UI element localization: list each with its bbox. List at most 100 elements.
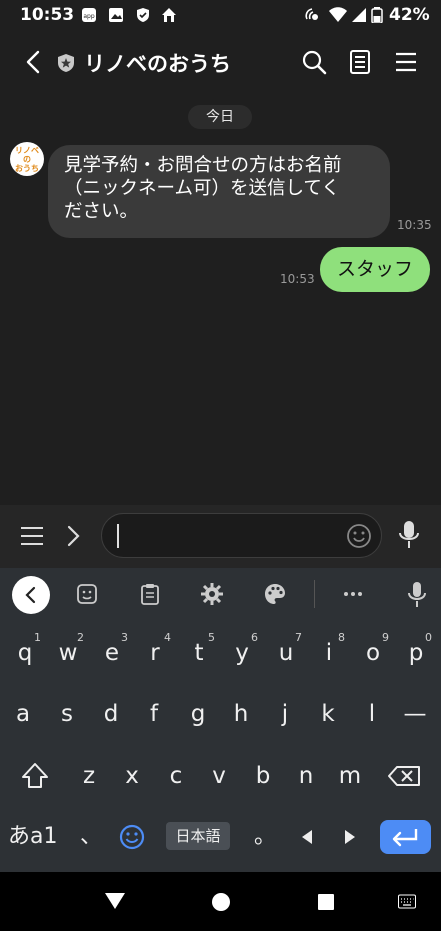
- shift-key[interactable]: [13, 750, 57, 802]
- more-menu-button[interactable]: [18, 522, 46, 550]
- key-k[interactable]: k: [306, 688, 350, 740]
- emoji-button[interactable]: [346, 523, 372, 549]
- date-separator: 今日: [188, 105, 252, 129]
- verified-shield-icon: [56, 53, 76, 73]
- battery-icon: [371, 7, 383, 24]
- text-caret: [117, 524, 119, 548]
- keyboard-icon: [398, 894, 416, 909]
- notes-icon: [350, 50, 370, 74]
- key-h[interactable]: h: [219, 688, 263, 740]
- key-s[interactable]: s: [45, 688, 89, 740]
- home-circle-icon: [212, 893, 230, 911]
- chevron-right-icon: [67, 525, 80, 547]
- key-x[interactable]: x: [110, 750, 154, 802]
- image-notification-icon: [108, 7, 124, 23]
- enter-icon: [392, 829, 418, 847]
- home-notification-icon: [161, 7, 177, 23]
- incoming-message-time: 10:35: [397, 218, 432, 232]
- backspace-key[interactable]: [383, 750, 427, 802]
- cursor-right-key[interactable]: [341, 827, 359, 847]
- recents-square-icon: [318, 894, 334, 910]
- microphone-icon: [399, 521, 419, 548]
- toolbar-divider: [314, 580, 315, 608]
- incoming-message-bubble[interactable]: 見学予約・お問合せの方はお名前 （ニックネーム可）を送信してく ださい。: [48, 145, 390, 238]
- sticker-button[interactable]: [75, 582, 99, 606]
- key-a[interactable]: a: [1, 688, 45, 740]
- expand-button[interactable]: [62, 522, 86, 550]
- message-input[interactable]: [101, 513, 382, 558]
- clipboard-icon: [141, 584, 159, 605]
- key-z[interactable]: z: [67, 750, 111, 802]
- settings-button[interactable]: [200, 582, 224, 606]
- triangle-right-icon: [345, 830, 355, 844]
- key-l[interactable]: l: [350, 688, 394, 740]
- key-dash[interactable]: —: [393, 688, 437, 740]
- key-u[interactable]: u7: [264, 627, 308, 679]
- outgoing-message-bubble[interactable]: スタッフ: [320, 247, 430, 292]
- gear-icon: [201, 583, 223, 605]
- incoming-message-line: ださい。: [64, 201, 139, 222]
- back-button[interactable]: [20, 48, 48, 76]
- emoji-icon: [119, 824, 145, 850]
- nav-home-button[interactable]: [211, 892, 231, 912]
- key-g[interactable]: g: [176, 688, 220, 740]
- nav-recents-button[interactable]: [317, 893, 335, 911]
- cursor-left-key[interactable]: [298, 827, 316, 847]
- backspace-icon: [388, 766, 420, 786]
- key-v[interactable]: v: [197, 750, 241, 802]
- collapse-toolbar-button[interactable]: [12, 576, 50, 614]
- period-key[interactable]: 。: [254, 822, 278, 852]
- key-b[interactable]: b: [241, 750, 285, 802]
- nav-back-button[interactable]: [103, 889, 127, 913]
- palette-icon: [265, 584, 285, 604]
- search-button[interactable]: [300, 48, 328, 76]
- nav-keyboard-switch-button[interactable]: [398, 894, 416, 910]
- key-n[interactable]: n: [284, 750, 328, 802]
- voice-input-button[interactable]: [396, 519, 422, 551]
- key-q[interactable]: q1: [3, 627, 47, 679]
- language-space-key[interactable]: 日本語: [166, 822, 230, 850]
- key-r[interactable]: r4: [133, 627, 177, 679]
- smiley-icon: [347, 524, 371, 548]
- key-i[interactable]: i8: [307, 627, 351, 679]
- avatar[interactable]: リノベ の おうち: [10, 142, 44, 176]
- key-c[interactable]: c: [154, 750, 198, 802]
- key-j[interactable]: j: [263, 688, 307, 740]
- avatar-logo: リノベ の おうち: [15, 146, 39, 173]
- comma-key[interactable]: 、: [80, 822, 104, 852]
- triangle-left-icon: [302, 830, 312, 844]
- nav-back-triangle-icon: [105, 893, 125, 909]
- svg-text:の: の: [23, 155, 31, 164]
- app-notification-icon: app: [81, 7, 97, 23]
- key-o[interactable]: o9: [351, 627, 395, 679]
- search-icon: [302, 50, 327, 75]
- key-d[interactable]: d: [89, 688, 133, 740]
- microphone-icon: [408, 582, 426, 607]
- sticker-icon: [77, 584, 97, 604]
- key-t[interactable]: t5: [177, 627, 221, 679]
- chevron-left-icon: [25, 586, 36, 604]
- outgoing-message-time: 10:53: [280, 272, 315, 286]
- key-p[interactable]: p0: [394, 627, 438, 679]
- key-m[interactable]: m: [328, 750, 372, 802]
- signal-icon: [351, 7, 367, 23]
- emoji-key[interactable]: [118, 823, 146, 851]
- key-w[interactable]: w2: [46, 627, 90, 679]
- enter-key[interactable]: [380, 820, 431, 854]
- input-mode-key[interactable]: あa1: [8, 822, 66, 852]
- key-f[interactable]: f: [132, 688, 176, 740]
- menu-button[interactable]: [392, 48, 420, 76]
- keyboard-voice-button[interactable]: [405, 580, 429, 610]
- hamburger-icon: [21, 527, 43, 545]
- more-options-button[interactable]: [341, 582, 365, 606]
- key-y[interactable]: y6: [220, 627, 264, 679]
- nfc-icon: [304, 7, 320, 23]
- theme-button[interactable]: [263, 582, 287, 606]
- notes-button[interactable]: [346, 48, 374, 76]
- hamburger-menu-icon: [396, 52, 416, 72]
- clipboard-button[interactable]: [138, 582, 162, 606]
- chevron-left-icon: [26, 50, 40, 74]
- shield-notification-icon: [135, 7, 151, 23]
- battery-percent: 42%: [389, 5, 430, 25]
- key-e[interactable]: e3: [90, 627, 134, 679]
